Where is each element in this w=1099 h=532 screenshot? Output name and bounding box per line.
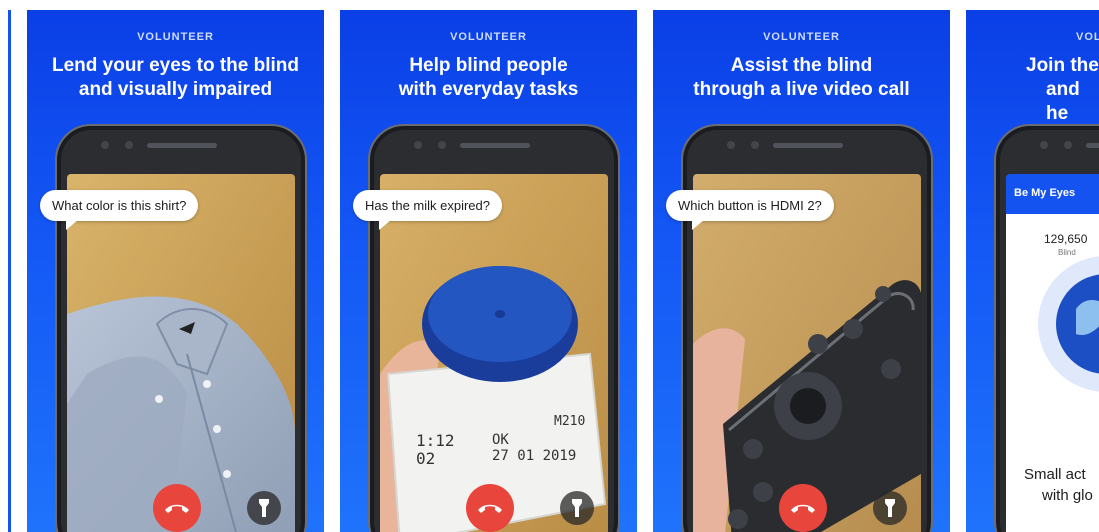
phone-mockup	[681, 124, 933, 532]
flashlight-icon	[885, 499, 895, 517]
sensor	[125, 141, 133, 149]
front-camera	[414, 141, 422, 149]
headline-line-2: with everyday tasks	[398, 79, 579, 100]
screenshot-card-3: VOLUNTEER Assist the blind through a liv…	[653, 10, 950, 532]
phone-mockup	[55, 124, 307, 532]
headline-line-2: and visually impaired	[78, 79, 273, 100]
front-camera	[727, 141, 735, 149]
flashlight-button[interactable]	[560, 491, 594, 525]
sensor	[1064, 141, 1072, 149]
previous-card-edge	[8, 10, 11, 532]
bottle-print-code: M210	[554, 414, 586, 429]
app-header: Be My Eyes	[1006, 174, 1099, 214]
video-feed-milk: 1:12 02 OK 27 01 2019 M210	[380, 174, 608, 532]
flashlight-icon	[259, 499, 269, 517]
sensor	[438, 141, 446, 149]
headline-line-2: through a live video call	[693, 79, 910, 100]
question-bubble: Has the milk expired?	[353, 190, 502, 230]
card-eyebrow: VOLUNTEER	[137, 31, 214, 43]
hang-up-button[interactable]	[466, 484, 514, 532]
card-headline: Join the and he	[1026, 54, 1099, 126]
question-bubble: Which button is HDMI 2?	[666, 190, 834, 230]
screenshot-card-2: VOLUNTEER Help blind people with everyda…	[340, 10, 637, 532]
screenshot-card-1: VOLUNTEER Lend your eyes to the blind an…	[27, 10, 324, 532]
tagline-line-1: Small act	[1024, 466, 1086, 483]
app-title: Be My Eyes	[1014, 187, 1076, 199]
phone-speaker	[460, 143, 530, 148]
sensor	[751, 141, 759, 149]
headline-line-1: Lend your eyes to the blind	[51, 55, 300, 76]
remote-control-photo	[693, 174, 921, 532]
front-camera	[1040, 141, 1048, 149]
hang-up-button[interactable]	[779, 484, 827, 532]
flashlight-icon	[572, 499, 582, 517]
bottle-print-date: OK 27 01 2019	[492, 432, 577, 464]
headline-line-2: and he	[1046, 79, 1080, 124]
screenshot-card-4: VOL Join the and he Be My Eyes 129,650 B…	[966, 10, 1099, 532]
headline-line-1: Help blind people	[409, 55, 568, 76]
phone-speaker	[1086, 143, 1099, 148]
tagline-line-2: with glo	[1042, 487, 1093, 504]
globe-illustration	[1038, 256, 1099, 392]
hang-up-icon	[791, 504, 815, 513]
app-tagline: Small act with glo	[1024, 464, 1093, 506]
flashlight-button[interactable]	[873, 491, 907, 525]
blind-count: 129,650	[1044, 232, 1088, 246]
headline-line-1: Join the	[1026, 55, 1099, 76]
flashlight-button[interactable]	[247, 491, 281, 525]
video-feed-remote	[693, 174, 921, 532]
card-headline: Help blind people with everyday tasks	[340, 54, 637, 102]
hang-up-icon	[165, 504, 189, 513]
shirt-photo	[67, 174, 295, 532]
hang-up-icon	[478, 504, 502, 513]
card-headline: Assist the blind through a live video ca…	[653, 54, 950, 102]
bottle-print-left: 1:12 02	[416, 431, 455, 468]
front-camera	[101, 141, 109, 149]
hang-up-button[interactable]	[153, 484, 201, 532]
card-headline: Lend your eyes to the blind and visually…	[27, 54, 324, 102]
card-eyebrow: VOLUNTEER	[763, 31, 840, 43]
question-bubble: What color is this shirt?	[40, 190, 199, 230]
card-eyebrow: VOLUNTEER	[450, 31, 527, 43]
phone-speaker	[773, 143, 843, 148]
milk-bottle-photo	[380, 174, 608, 532]
card-eyebrow: VOL	[1076, 31, 1099, 43]
phone-mockup: 1:12 02 OK 27 01 2019 M210	[368, 124, 620, 532]
video-feed-shirt	[67, 174, 295, 532]
headline-line-1: Assist the blind	[730, 55, 873, 76]
phone-speaker	[147, 143, 217, 148]
